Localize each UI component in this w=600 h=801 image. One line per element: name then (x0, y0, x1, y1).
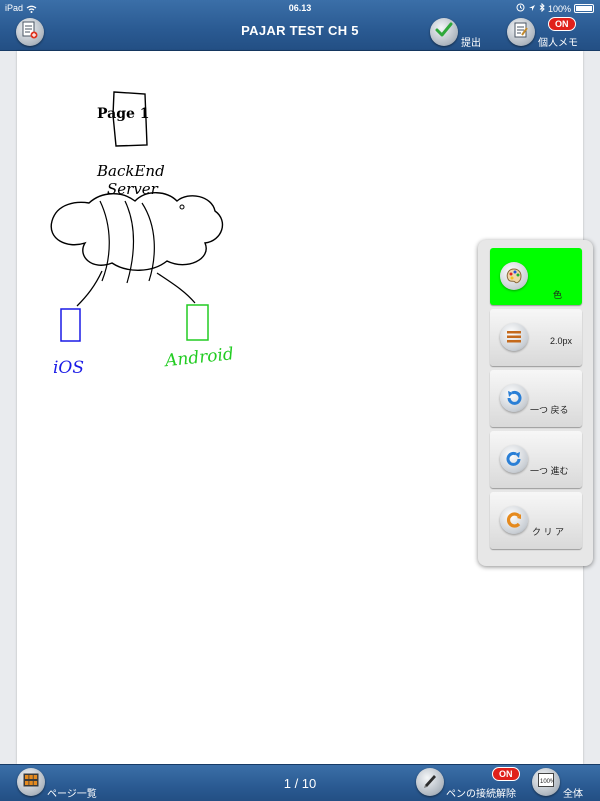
pen-disconnect-button[interactable] (416, 768, 444, 796)
whole-label: 全体 (563, 789, 583, 800)
android-device-stroke (186, 304, 209, 341)
top-toolbar: iPad 06.13 100% PAJAR TEST CH 5 提出 ON 個人… (0, 0, 600, 51)
color-label: 色 (553, 290, 563, 300)
redo-button[interactable]: 一つ 進む (490, 431, 582, 488)
pen-icon (422, 772, 438, 793)
bluetooth-icon (539, 2, 545, 14)
whole-view-button[interactable]: 100% (532, 768, 560, 796)
ios-label: iOS (53, 358, 84, 378)
palette-icon (500, 262, 528, 290)
server-label-line1: BackEnd (96, 162, 165, 180)
line-width-button[interactable]: 2.0px (490, 309, 582, 366)
personal-memo-button[interactable] (507, 18, 535, 46)
server-label-line2: Server (107, 180, 159, 198)
status-time: 06.13 (288, 3, 312, 13)
ios-device-stroke (60, 308, 81, 342)
location-icon (528, 4, 536, 14)
zoom-icon: 100% (538, 772, 556, 792)
redo-icon (500, 445, 528, 473)
pen-disconnect-label: ペンの接続解除 (446, 789, 516, 800)
status-right: 100% (516, 2, 594, 14)
clear-button[interactable]: ク リ ア (490, 492, 582, 549)
memo-on-badge: ON (548, 17, 576, 31)
page-label: Page 1 (97, 106, 150, 122)
svg-text:100%: 100% (540, 779, 554, 785)
redo-label: 一つ 進む (530, 466, 569, 476)
clear-label: ク リ ア (532, 527, 565, 537)
check-icon (435, 22, 453, 43)
android-label: Android (162, 344, 235, 371)
undo-label: 一つ 戻る (530, 405, 569, 415)
submit-button[interactable] (430, 18, 458, 46)
cloud-stroke (50, 192, 224, 271)
undo-button[interactable]: 一つ 戻る (490, 370, 582, 427)
clear-icon (500, 506, 528, 534)
pen-on-badge: ON (492, 767, 520, 781)
pen-palette: 色 2.0px 一つ 戻る 一つ 進む ク リ ア (478, 240, 593, 566)
undo-icon (500, 384, 528, 412)
bottom-toolbar: ページ一覧 1 / 10 ON ペンの接続解除 100% 全体 (0, 764, 600, 801)
color-button[interactable]: 色 (490, 248, 582, 305)
line-width-label: 2.0px (550, 336, 573, 346)
line-width-icon (500, 323, 528, 351)
lock-icon (516, 3, 525, 14)
submit-label: 提出 (461, 38, 481, 49)
battery-icon (574, 4, 594, 13)
battery-percent: 100% (547, 3, 571, 14)
memo-label: 個人メモ (538, 38, 578, 49)
memo-icon (513, 22, 529, 43)
